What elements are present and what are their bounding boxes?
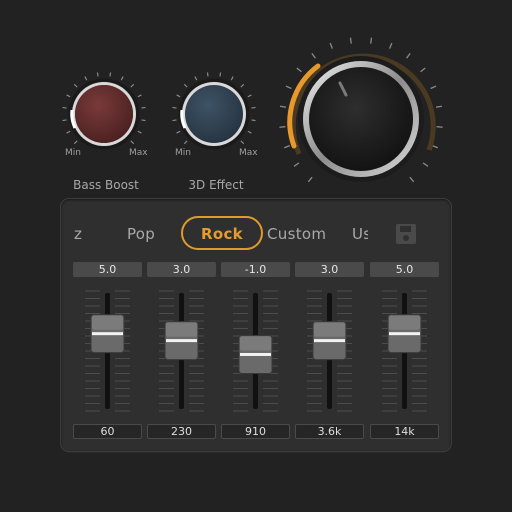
slider-thumb[interactable]: [90, 314, 125, 354]
3d-effect-max-label: Max: [239, 148, 258, 158]
band-freq-3-6k: 3.6k: [295, 424, 364, 439]
band-slider-3-6k[interactable]: [295, 287, 364, 415]
band-value-230: 3.0: [147, 262, 216, 277]
preset-selector: z Pop Rock Custom Us: [61, 215, 451, 255]
band-freq-60: 60: [73, 424, 142, 439]
band-slider-14k[interactable]: [370, 287, 439, 415]
save-icon: [396, 224, 416, 244]
slider-thumb[interactable]: [312, 321, 347, 361]
preset-item-pop[interactable]: Pop: [127, 225, 155, 243]
bass-boost-min-label: Min: [65, 148, 81, 158]
band-slider-910[interactable]: [221, 287, 290, 415]
bass-boost-title: Bass Boost: [73, 178, 139, 192]
preset-item-user[interactable]: Us: [352, 225, 368, 243]
preset-item-rock[interactable]: Rock: [181, 216, 263, 250]
preset-item-custom[interactable]: Custom: [267, 225, 326, 243]
band-freq-230: 230: [147, 424, 216, 439]
equalizer-panel: z Pop Rock Custom Us 5.0 3.0 -1.0 3.0 5.…: [60, 198, 452, 452]
3d-effect-min-label: Min: [175, 148, 191, 158]
slider-thumb[interactable]: [238, 334, 273, 374]
preset-item-z[interactable]: z: [74, 225, 82, 243]
save-preset-button[interactable]: [395, 223, 417, 245]
slider-thumb[interactable]: [164, 321, 199, 361]
band-value-3-6k: 3.0: [295, 262, 364, 277]
band-slider-230[interactable]: [147, 287, 216, 415]
band-freq-14k: 14k: [370, 424, 439, 439]
band-slider-60[interactable]: [73, 287, 142, 415]
band-value-14k: 5.0: [370, 262, 439, 277]
bass-boost-max-label: Max: [129, 148, 148, 158]
band-freq-910: 910: [221, 424, 290, 439]
band-value-60: 5.0: [73, 262, 142, 277]
volume-knob-group: [272, 30, 448, 198]
band-value-910: -1.0: [221, 262, 290, 277]
volume-knob[interactable]: [272, 30, 448, 198]
3d-effect-title: 3D Effect: [188, 178, 244, 192]
slider-thumb[interactable]: [387, 314, 422, 354]
